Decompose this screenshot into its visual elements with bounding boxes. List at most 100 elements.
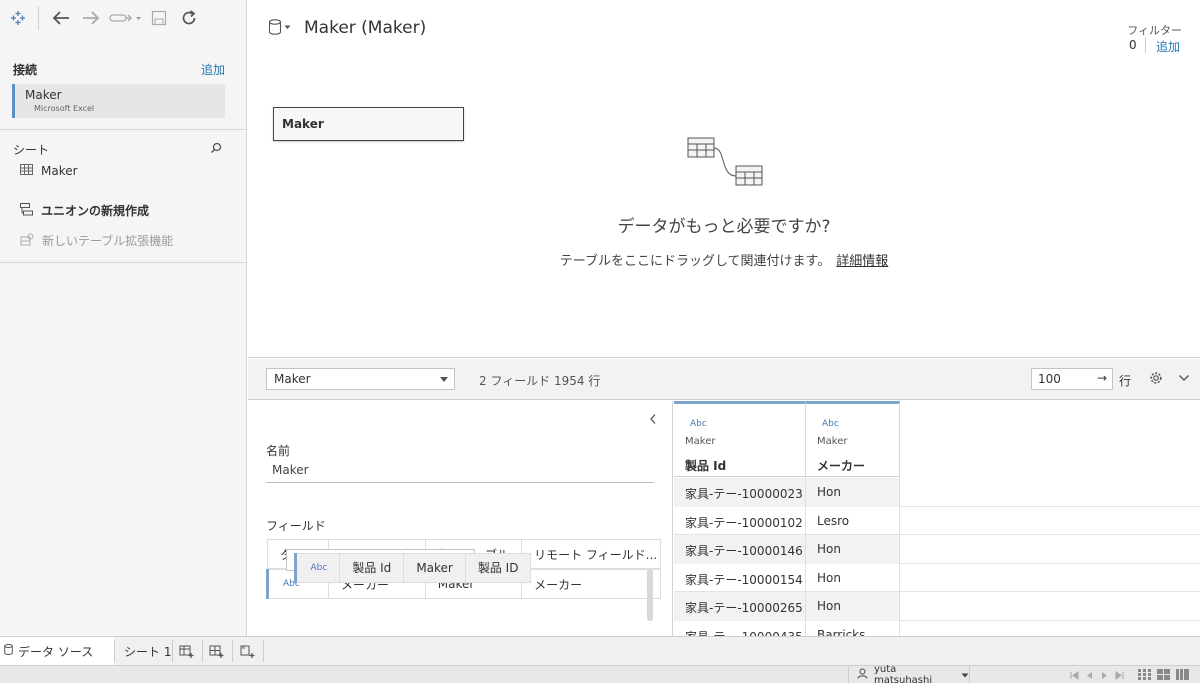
grid-column-header[interactable]: Abc Maker 製品 Id (674, 401, 806, 477)
next-sheet-icon[interactable] (1100, 669, 1109, 683)
more-data-text: テーブルをここにドラッグして関連付けます。 詳細情報 (248, 250, 1200, 269)
grid-cell[interactable]: 家具-テー-10000146 (674, 535, 806, 564)
table-row[interactable]: 家具-テー-10000023 Hon (674, 478, 1200, 507)
data-grid: Abc Maker 製品 Id Abc Maker メーカー 家具-テー-100… (674, 401, 1200, 636)
filter-separator (1145, 37, 1146, 53)
canvas-table-maker[interactable]: Maker (273, 107, 464, 141)
tab-separator (263, 640, 264, 662)
gear-icon[interactable] (1149, 371, 1163, 388)
view-switcher (1138, 669, 1189, 683)
physical-table: Maker (403, 552, 466, 583)
add-connection-link[interactable]: 追加 (201, 61, 225, 78)
tab-datasource[interactable]: データ ソース (0, 637, 114, 665)
user-menu[interactable]: yuta matsuhashi (848, 664, 970, 683)
refresh-icon[interactable] (179, 7, 199, 29)
tab-label: シート 1 (124, 644, 172, 659)
grid-column-header[interactable]: Abc Maker メーカー (806, 401, 900, 477)
previous-sheet-icon[interactable] (1085, 669, 1094, 683)
name-label: 名前 (266, 444, 291, 458)
new-dashboard-icon[interactable] (209, 637, 229, 665)
column-header-remote-field[interactable]: リモート フィールド... (521, 539, 662, 569)
toolbar (0, 0, 247, 38)
new-worksheet-icon[interactable] (179, 637, 199, 665)
connections-label: 接続 (13, 63, 38, 77)
grid-cell[interactable]: 家具-テー-10000265 (674, 592, 806, 621)
chevron-down-icon[interactable] (1178, 372, 1190, 386)
grid-cell[interactable]: Hon (806, 563, 900, 592)
grid-cell[interactable]: 家具-テー-10000023 (674, 478, 806, 507)
grid-cell[interactable]: 家具-テー-10000154 (674, 563, 806, 592)
sheet-tab-bar: データ ソース シート 1 (0, 636, 1200, 665)
rows-label: 行 (1119, 374, 1132, 388)
type-badge[interactable]: Abc (690, 419, 707, 429)
divider (0, 262, 246, 263)
learn-more-link[interactable]: 詳細情報 (836, 254, 888, 269)
filter-label: フィルター (1127, 24, 1182, 37)
connection-item-maker[interactable]: Maker Microsoft Excel (12, 84, 225, 118)
grid-cell[interactable]: Barricks (806, 620, 900, 636)
tab-view-icon[interactable] (1176, 669, 1189, 683)
tab-separator (172, 640, 173, 662)
add-filter-link[interactable]: 追加 (1156, 38, 1180, 55)
replace-datasource-icon[interactable] (108, 7, 144, 29)
grid-cell[interactable]: Hon (806, 592, 900, 621)
column-source: Maker (817, 436, 848, 447)
join-canvas[interactable]: Maker (Maker) フィルター 0 追加 Maker データがもっと必要… (248, 0, 1200, 358)
save-icon[interactable] (150, 7, 168, 29)
user-icon (857, 668, 868, 682)
type-badge[interactable]: Abc (822, 419, 839, 429)
tab-separator (202, 640, 203, 662)
canvas-table-label: Maker (282, 117, 324, 131)
search-icon[interactable] (210, 142, 222, 157)
grid-cell[interactable]: 家具-テー-10000102 (674, 506, 806, 535)
table-row[interactable]: 家具-テー-10000265 Hon (674, 592, 1200, 621)
new-story-icon[interactable] (240, 637, 260, 665)
table-select[interactable]: Maker (266, 368, 455, 390)
connection-name: Maker (25, 88, 62, 102)
union-icon (20, 202, 33, 219)
table-row[interactable]: 家具-テー-10000154 Hon (674, 563, 1200, 592)
grid-cell[interactable]: Hon (806, 478, 900, 507)
table-icon (20, 164, 33, 178)
forward-icon[interactable] (80, 7, 102, 29)
sheet-item-label: Maker (41, 164, 78, 178)
status-bar: yuta matsuhashi (0, 664, 1200, 683)
filmstrip-view-icon[interactable] (1157, 669, 1170, 683)
table-row[interactable]: 家具-テー-10000102 Lesro (674, 506, 1200, 535)
remote-field: 製品 ID (464, 552, 532, 583)
first-sheet-icon[interactable] (1070, 669, 1079, 683)
datasource-icon (4, 644, 13, 658)
new-union-item[interactable]: ユニオンの新規作成 (20, 202, 149, 219)
type-badge[interactable]: Abc (293, 552, 341, 583)
more-data-hint: テーブルをここにドラッグして関連付けます。 (559, 254, 831, 269)
metadata-pane: 名前 Maker フィールド タイプ フィールド名 物理テーブル リモート フィ… (248, 401, 673, 636)
last-sheet-icon[interactable] (1115, 669, 1124, 683)
apply-rows-arrow-icon[interactable]: → (1097, 371, 1107, 385)
tab-label: データ ソース (18, 644, 94, 659)
datasource-title[interactable]: Maker (Maker) (304, 18, 426, 38)
table-row[interactable]: Abc 製品 Id Maker 製品 ID (285, 548, 532, 583)
field-name[interactable]: 製品 Id (339, 552, 405, 583)
grid-cell[interactable]: 家具-テー-10000435 (674, 620, 806, 636)
new-union-label: ユニオンの新規作成 (41, 204, 150, 218)
table-extension-item[interactable]: 新しいテーブル拡張機能 (20, 232, 173, 249)
datasource-icon[interactable] (268, 19, 291, 35)
sheet-item-maker[interactable]: Maker (20, 164, 78, 178)
table-row[interactable]: 家具-テー-10000435 Barricks (674, 620, 1200, 636)
tab-sheet-1[interactable]: シート 1 (115, 637, 172, 665)
grid-cell[interactable]: Lesro (806, 506, 900, 535)
fields-scrollbar[interactable] (647, 569, 653, 621)
table-select-value: Maker (274, 372, 311, 386)
back-icon[interactable] (50, 7, 72, 29)
sheets-label: シート (13, 143, 50, 157)
column-source: Maker (685, 436, 716, 447)
table-name-field[interactable]: Maker (266, 459, 654, 483)
rows-input[interactable]: 100 → (1031, 368, 1113, 390)
collapse-left-icon[interactable] (649, 413, 657, 429)
grid-cell[interactable]: Hon (806, 535, 900, 564)
tab-separator (232, 640, 233, 662)
tableau-logo-icon[interactable] (8, 7, 28, 29)
grid-view-icon[interactable] (1138, 669, 1151, 683)
sheet-navigation (1070, 669, 1124, 683)
table-row[interactable]: 家具-テー-10000146 Hon (674, 535, 1200, 564)
